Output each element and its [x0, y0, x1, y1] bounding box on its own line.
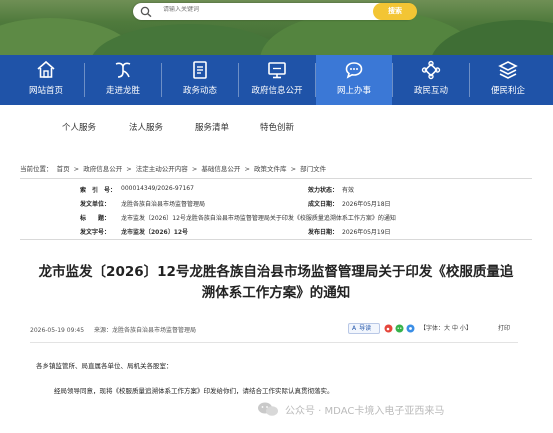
nav-item-label: 政府信息公开 — [251, 86, 303, 96]
index-number-value: 000014349/2026-97167 — [121, 185, 194, 192]
doc-number-label: 发文字号： — [80, 229, 111, 236]
article-info: 2026-05-19 09:45 来源：龙胜各族自治县市场监督管理局 — [30, 325, 196, 334]
breadcrumb-separator: > — [191, 165, 198, 173]
breadcrumb-item[interactable]: 首页 — [57, 165, 70, 173]
nav-item-label: 政务动态 — [182, 86, 217, 96]
nav-item-label: 网站首页 — [28, 86, 63, 96]
sub-nav: 个人服务 法人服务 服务清单 特色创新 — [0, 105, 553, 150]
breadcrumb-prefix: 当前位置： — [20, 165, 53, 173]
print-link[interactable]: 打印 — [498, 323, 510, 332]
written-date-value: 2026年05月18日 — [342, 201, 391, 208]
source-label: 来源： — [94, 327, 113, 334]
article-salutation: 各乡镇监管所、局直属各单位、局机关各股室： — [36, 362, 173, 370]
breadcrumb-separator: > — [126, 165, 132, 173]
nav-item-convenience[interactable]: 便民利企 — [470, 55, 546, 105]
breadcrumb-item[interactable]: 部门文件 — [300, 165, 326, 173]
subnav-item-legal-entity[interactable]: 法人服务 — [129, 121, 163, 133]
qq-share-icon[interactable] — [406, 324, 415, 333]
article-title: 龙市监发〔2026〕12号龙胜各族自治县市场监督管理局关于印发《校服质量追 溯体… — [20, 262, 532, 304]
knot-icon — [421, 60, 441, 80]
watermark-text: 公众号 · MDAC卡境入电子亚西来马 — [285, 406, 445, 417]
nav-item-disclosure[interactable]: 政府信息公开 — [239, 55, 315, 105]
article-timestamp: 2026-05-19 09:45 — [30, 327, 85, 334]
search-input[interactable] — [163, 6, 363, 13]
written-date-label: 成文日期： — [308, 201, 339, 208]
publish-date-label: 发布日期： — [308, 229, 339, 236]
nav-item-news[interactable]: 政务动态 — [162, 55, 238, 105]
issuer-value: 龙胜各族自治县市场监督管理局 — [121, 201, 206, 208]
title-value: 龙市监发〔2026〕12号龙胜各族自治县市场监督管理局关于印发《校服质量追溯体系… — [121, 215, 396, 222]
breadcrumb-item[interactable]: 政策文件库 — [254, 165, 287, 173]
breadcrumb-separator: > — [290, 165, 297, 173]
page: 搜索 网站首页 走进龙胜 — [0, 0, 553, 433]
nav-item-interaction[interactable]: 政民互动 — [393, 55, 469, 105]
search-icon — [140, 6, 152, 18]
doc-number-value: 龙市监发〔2026〕12号 — [121, 229, 189, 236]
nav-item-label: 便民利企 — [490, 86, 525, 96]
content-divider — [30, 342, 518, 343]
document-metadata: 索 引 号： 000014349/2026-97167 效力状态： 有效 发文单… — [20, 178, 532, 240]
wechat-logo-icon — [258, 402, 278, 416]
font-size-close: 】 — [465, 325, 472, 332]
font-size-label: 【字体： — [420, 325, 445, 332]
validity-label: 效力状态： — [308, 187, 339, 194]
breadcrumb-separator: > — [73, 165, 80, 173]
read-aloud-button[interactable]: A 导读 — [348, 323, 380, 334]
article-paragraph: 经局领导同意，现将《校服质量追溯体系工作方案》印发给你们，请结合工作实际认真贯彻… — [54, 387, 334, 395]
main-nav: 网站首页 走进龙胜 政务动态 政府信息公开 网上办事 政民互动 便民利企 — [0, 55, 553, 105]
font-medium-option[interactable]: 中 — [452, 325, 458, 332]
subnav-item-innovation[interactable]: 特色创新 — [260, 121, 294, 133]
breadcrumb-item[interactable]: 法定主动公开内容 — [136, 165, 188, 173]
publish-date-value: 2026年05月19日 — [342, 229, 391, 236]
chat-icon — [345, 62, 363, 79]
article-title-line: 龙市监发〔2026〕12号龙胜各族自治县市场监督管理局关于印发《校服质量追 — [38, 264, 514, 280]
header-banner: 搜索 — [0, 0, 553, 55]
nav-item-label: 网上办事 — [336, 86, 371, 96]
document-icon — [193, 61, 207, 79]
breadcrumb-item[interactable]: 政府信息公开 — [83, 165, 122, 173]
breadcrumb: 当前位置： 首页 > 政府信息公开 > 法定主动公开内容 > 基础信息公开 > … — [20, 163, 328, 173]
subnav-item-personal[interactable]: 个人服务 — [62, 121, 96, 133]
article-title-line: 溯体系工作方案》的通知 — [201, 285, 351, 301]
monitor-icon — [268, 62, 286, 79]
search-button[interactable]: 搜索 — [373, 3, 417, 20]
nav-item-label: 走进龙胜 — [105, 86, 140, 96]
breadcrumb-item[interactable]: 基础信息公开 — [201, 165, 240, 173]
validity-value: 有效 — [342, 187, 355, 194]
font-size-control: 【字体：大 中 小】 — [420, 323, 472, 332]
dragon-icon — [115, 62, 131, 78]
source-value: 龙胜各族自治县市场监督管理局 — [112, 327, 197, 334]
weibo-share-icon[interactable] — [384, 324, 393, 333]
read-aloud-label: A 导读 — [352, 325, 372, 332]
wechat-share-icon[interactable] — [395, 324, 404, 333]
nav-item-online-service[interactable]: 网上办事 — [316, 55, 392, 105]
title-label: 标 题： — [80, 215, 111, 222]
layers-icon — [498, 61, 518, 79]
subnav-item-service-list[interactable]: 服务清单 — [195, 121, 229, 133]
font-large-option[interactable]: 大 — [444, 325, 450, 332]
breadcrumb-separator: > — [244, 165, 250, 173]
nav-item-home[interactable]: 网站首页 — [8, 55, 84, 105]
nav-item-about[interactable]: 走进龙胜 — [85, 55, 161, 105]
home-icon — [37, 60, 55, 78]
issuer-label: 发文单位： — [80, 201, 111, 208]
banner-hill — [90, 24, 290, 55]
nav-item-label: 政民互动 — [413, 86, 448, 96]
index-number-label: 索 引 号： — [80, 187, 117, 194]
